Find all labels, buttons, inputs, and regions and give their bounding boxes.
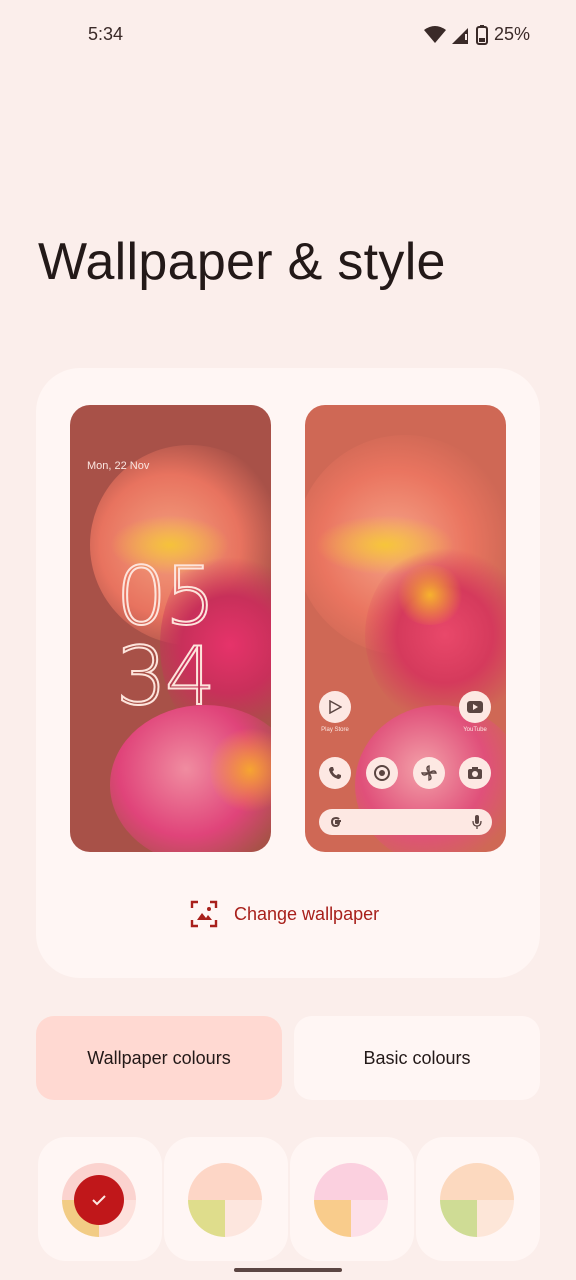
wallpaper-icon	[190, 900, 218, 928]
swatch-top	[314, 1163, 388, 1200]
wallpaper-colours-button[interactable]: Wallpaper colours	[36, 1016, 282, 1100]
search-bar[interactable]	[319, 809, 492, 835]
wifi-icon	[423, 25, 446, 43]
mic-icon	[472, 815, 482, 829]
youtube-icon	[467, 701, 483, 713]
app-chrome[interactable]	[366, 757, 398, 789]
swatch-bottom-left	[440, 1200, 477, 1237]
swatch-bottom-left	[188, 1200, 225, 1237]
swatch-bottom-right	[351, 1200, 388, 1237]
app-youtube[interactable]	[459, 691, 491, 723]
swatch-top	[188, 1163, 262, 1200]
battery-icon	[475, 24, 488, 45]
app-label-youtube: YouTube	[463, 727, 487, 733]
colour-swatch-1[interactable]	[38, 1137, 162, 1261]
colour-swatch-4[interactable]	[416, 1137, 540, 1261]
home-screen-preview[interactable]: Play Store YouTube	[305, 405, 506, 852]
signal-icon	[451, 27, 468, 44]
app-pinwheel[interactable]	[413, 757, 445, 789]
clock-hours: 05	[115, 550, 217, 643]
swatch-bottom-right	[225, 1200, 262, 1237]
home-indicator[interactable]	[234, 1268, 342, 1272]
page-title: Wallpaper & style	[38, 233, 446, 291]
pinwheel-icon	[421, 765, 437, 781]
battery-percent: 25%	[493, 24, 530, 44]
status-time: 5:34	[88, 24, 124, 44]
app-camera[interactable]	[459, 757, 491, 789]
swatch-circle	[440, 1163, 514, 1237]
camera-icon	[468, 767, 482, 779]
app-phone[interactable]	[319, 757, 351, 789]
wallpaper-preview-card: Mon, 22 Nov 05 34 Play Store YouTube Cha…	[36, 368, 540, 978]
change-wallpaper-button[interactable]: Change wallpaper	[190, 900, 379, 928]
clock-minutes: 34	[115, 630, 217, 723]
play-store-icon	[329, 700, 342, 714]
google-g-icon	[330, 816, 341, 828]
status-icons: 25%	[423, 24, 530, 45]
swatch-bottom-left	[314, 1200, 351, 1237]
phone-icon	[329, 767, 341, 779]
swatch-circle	[188, 1163, 262, 1237]
colour-swatch-3[interactable]	[290, 1137, 414, 1261]
app-label-play-store: Play Store	[321, 727, 349, 733]
swatch-bottom-right	[477, 1200, 514, 1237]
colour-swatch-2[interactable]	[164, 1137, 288, 1261]
selected-check-icon	[74, 1175, 124, 1225]
lock-date: Mon, 22 Nov	[87, 460, 150, 472]
basic-colours-button[interactable]: Basic colours	[294, 1016, 540, 1100]
swatch-circle	[314, 1163, 388, 1237]
change-wallpaper-label: Change wallpaper	[234, 903, 380, 924]
app-play-store[interactable]	[319, 691, 351, 723]
lock-screen-preview[interactable]: Mon, 22 Nov 05 34	[70, 405, 271, 852]
swatch-top	[440, 1163, 514, 1200]
chrome-icon	[374, 765, 390, 781]
